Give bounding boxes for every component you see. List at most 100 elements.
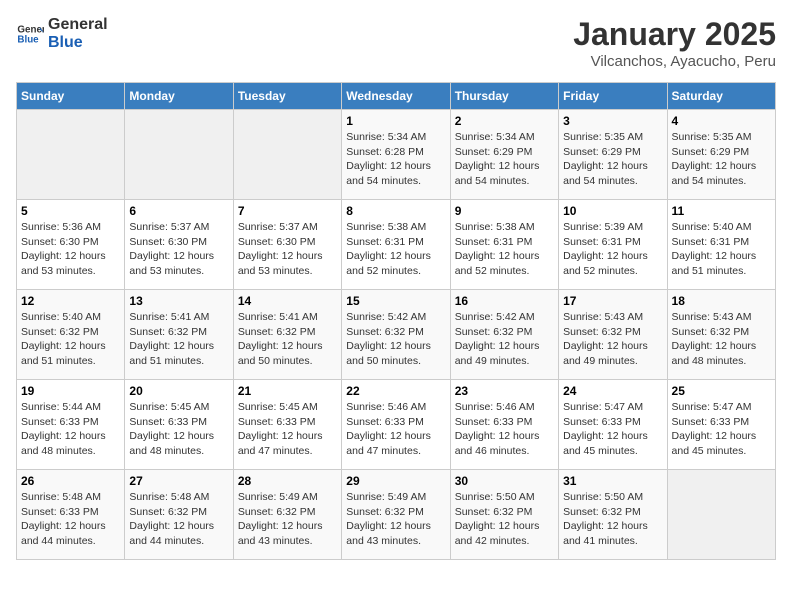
table-row: 17 Sunrise: 5:43 AM Sunset: 6:32 PM Dayli… (559, 290, 667, 380)
table-row: 28 Sunrise: 5:49 AM Sunset: 6:32 PM Dayli… (233, 470, 341, 560)
table-row (667, 470, 775, 560)
table-row: 26 Sunrise: 5:48 AM Sunset: 6:33 PM Dayli… (17, 470, 125, 560)
day-number: 24 (563, 384, 662, 398)
day-number: 7 (238, 204, 337, 218)
day-number: 20 (129, 384, 228, 398)
day-number: 19 (21, 384, 120, 398)
day-info: Sunrise: 5:37 AM Sunset: 6:30 PM Dayligh… (129, 220, 228, 279)
day-info: Sunrise: 5:34 AM Sunset: 6:29 PM Dayligh… (455, 130, 554, 189)
table-row: 2 Sunrise: 5:34 AM Sunset: 6:29 PM Daylig… (450, 110, 558, 200)
day-info: Sunrise: 5:36 AM Sunset: 6:30 PM Dayligh… (21, 220, 120, 279)
day-number: 14 (238, 294, 337, 308)
day-info: Sunrise: 5:50 AM Sunset: 6:32 PM Dayligh… (455, 490, 554, 549)
table-row: 24Sunrise: 5:47 AM Sunset: 6:33 PM Dayli… (559, 380, 667, 470)
table-row: 23 Sunrise: 5:46 AM Sunset: 6:33 PM Dayli… (450, 380, 558, 470)
page-header: General Blue General Blue January 2025 V… (16, 16, 776, 70)
day-info: Sunrise: 5:49 AM Sunset: 6:32 PM Dayligh… (238, 490, 337, 549)
day-number: 22 (346, 384, 445, 398)
day-info: Sunrise: 5:49 AM Sunset: 6:32 PM Dayligh… (346, 490, 445, 549)
day-info: Sunrise: 5:40 AM Sunset: 6:32 PM Dayligh… (21, 310, 120, 369)
day-info: Sunrise: 5:43 AM Sunset: 6:32 PM Dayligh… (563, 310, 662, 369)
table-row: 9 Sunrise: 5:38 AM Sunset: 6:31 PM Daylig… (450, 200, 558, 290)
day-number: 9 (455, 204, 554, 218)
title-block: January 2025 Vilcanchos, Ayacucho, Peru (573, 16, 776, 70)
table-row: 5 Sunrise: 5:36 AM Sunset: 6:30 PM Daylig… (17, 200, 125, 290)
day-number: 5 (21, 204, 120, 218)
col-wednesday: Wednesday (342, 83, 450, 110)
day-number: 23 (455, 384, 554, 398)
table-row: 12Sunrise: 5:40 AM Sunset: 6:32 PM Dayli… (17, 290, 125, 380)
col-saturday: Saturday (667, 83, 775, 110)
day-number: 18 (672, 294, 771, 308)
table-row: 21 Sunrise: 5:45 AM Sunset: 6:33 PM Dayli… (233, 380, 341, 470)
table-row: 31Sunrise: 5:50 AM Sunset: 6:32 PM Dayli… (559, 470, 667, 560)
table-row: 7Sunrise: 5:37 AM Sunset: 6:30 PM Daylig… (233, 200, 341, 290)
day-number: 13 (129, 294, 228, 308)
col-sunday: Sunday (17, 83, 125, 110)
day-info: Sunrise: 5:41 AM Sunset: 6:32 PM Dayligh… (238, 310, 337, 369)
day-info: Sunrise: 5:46 AM Sunset: 6:33 PM Dayligh… (455, 400, 554, 459)
logo-text-general: General (48, 16, 108, 34)
table-row: 10Sunrise: 5:39 AM Sunset: 6:31 PM Dayli… (559, 200, 667, 290)
day-number: 21 (238, 384, 337, 398)
calendar-table: Sunday Monday Tuesday Wednesday Thursday… (16, 82, 776, 560)
calendar-subtitle: Vilcanchos, Ayacucho, Peru (573, 53, 776, 70)
day-number: 10 (563, 204, 662, 218)
calendar-week-row: 12Sunrise: 5:40 AM Sunset: 6:32 PM Dayli… (17, 290, 776, 380)
day-info: Sunrise: 5:41 AM Sunset: 6:32 PM Dayligh… (129, 310, 228, 369)
table-row: 4 Sunrise: 5:35 AM Sunset: 6:29 PM Daylig… (667, 110, 775, 200)
day-info: Sunrise: 5:40 AM Sunset: 6:31 PM Dayligh… (672, 220, 771, 279)
logo-icon: General Blue (16, 20, 44, 48)
table-row: 19 Sunrise: 5:44 AM Sunset: 6:33 PM Dayli… (17, 380, 125, 470)
day-info: Sunrise: 5:48 AM Sunset: 6:33 PM Dayligh… (21, 490, 120, 549)
table-row: 25 Sunrise: 5:47 AM Sunset: 6:33 PM Dayli… (667, 380, 775, 470)
day-info: Sunrise: 5:48 AM Sunset: 6:32 PM Dayligh… (129, 490, 228, 549)
logo-text-blue: Blue (48, 34, 108, 52)
day-number: 3 (563, 114, 662, 128)
day-number: 1 (346, 114, 445, 128)
day-info: Sunrise: 5:43 AM Sunset: 6:32 PM Dayligh… (672, 310, 771, 369)
calendar-week-row: 5 Sunrise: 5:36 AM Sunset: 6:30 PM Daylig… (17, 200, 776, 290)
day-info: Sunrise: 5:45 AM Sunset: 6:33 PM Dayligh… (238, 400, 337, 459)
day-number: 11 (672, 204, 771, 218)
day-number: 30 (455, 474, 554, 488)
day-number: 26 (21, 474, 120, 488)
day-number: 2 (455, 114, 554, 128)
day-info: Sunrise: 5:47 AM Sunset: 6:33 PM Dayligh… (672, 400, 771, 459)
day-info: Sunrise: 5:50 AM Sunset: 6:32 PM Dayligh… (563, 490, 662, 549)
day-number: 25 (672, 384, 771, 398)
table-row: 18 Sunrise: 5:43 AM Sunset: 6:32 PM Dayli… (667, 290, 775, 380)
day-info: Sunrise: 5:35 AM Sunset: 6:29 PM Dayligh… (563, 130, 662, 189)
table-row (125, 110, 233, 200)
table-row: 8 Sunrise: 5:38 AM Sunset: 6:31 PM Daylig… (342, 200, 450, 290)
day-number: 28 (238, 474, 337, 488)
day-number: 4 (672, 114, 771, 128)
day-info: Sunrise: 5:45 AM Sunset: 6:33 PM Dayligh… (129, 400, 228, 459)
col-monday: Monday (125, 83, 233, 110)
table-row: 22 Sunrise: 5:46 AM Sunset: 6:33 PM Dayli… (342, 380, 450, 470)
table-row: 20 Sunrise: 5:45 AM Sunset: 6:33 PM Dayli… (125, 380, 233, 470)
table-row: 29 Sunrise: 5:49 AM Sunset: 6:32 PM Dayli… (342, 470, 450, 560)
table-row (233, 110, 341, 200)
day-number: 29 (346, 474, 445, 488)
table-row: 14 Sunrise: 5:41 AM Sunset: 6:32 PM Dayli… (233, 290, 341, 380)
table-row (17, 110, 125, 200)
day-info: Sunrise: 5:44 AM Sunset: 6:33 PM Dayligh… (21, 400, 120, 459)
day-number: 8 (346, 204, 445, 218)
day-info: Sunrise: 5:35 AM Sunset: 6:29 PM Dayligh… (672, 130, 771, 189)
table-row: 6Sunrise: 5:37 AM Sunset: 6:30 PM Daylig… (125, 200, 233, 290)
day-number: 16 (455, 294, 554, 308)
calendar-week-row: 26 Sunrise: 5:48 AM Sunset: 6:33 PM Dayli… (17, 470, 776, 560)
days-header-row: Sunday Monday Tuesday Wednesday Thursday… (17, 83, 776, 110)
day-number: 17 (563, 294, 662, 308)
day-info: Sunrise: 5:38 AM Sunset: 6:31 PM Dayligh… (455, 220, 554, 279)
table-row: 15Sunrise: 5:42 AM Sunset: 6:32 PM Dayli… (342, 290, 450, 380)
day-number: 27 (129, 474, 228, 488)
day-info: Sunrise: 5:46 AM Sunset: 6:33 PM Dayligh… (346, 400, 445, 459)
col-tuesday: Tuesday (233, 83, 341, 110)
table-row: 16 Sunrise: 5:42 AM Sunset: 6:32 PM Dayli… (450, 290, 558, 380)
calendar-week-row: 19 Sunrise: 5:44 AM Sunset: 6:33 PM Dayli… (17, 380, 776, 470)
logo: General Blue General Blue (16, 16, 108, 51)
day-info: Sunrise: 5:38 AM Sunset: 6:31 PM Dayligh… (346, 220, 445, 279)
day-info: Sunrise: 5:42 AM Sunset: 6:32 PM Dayligh… (455, 310, 554, 369)
